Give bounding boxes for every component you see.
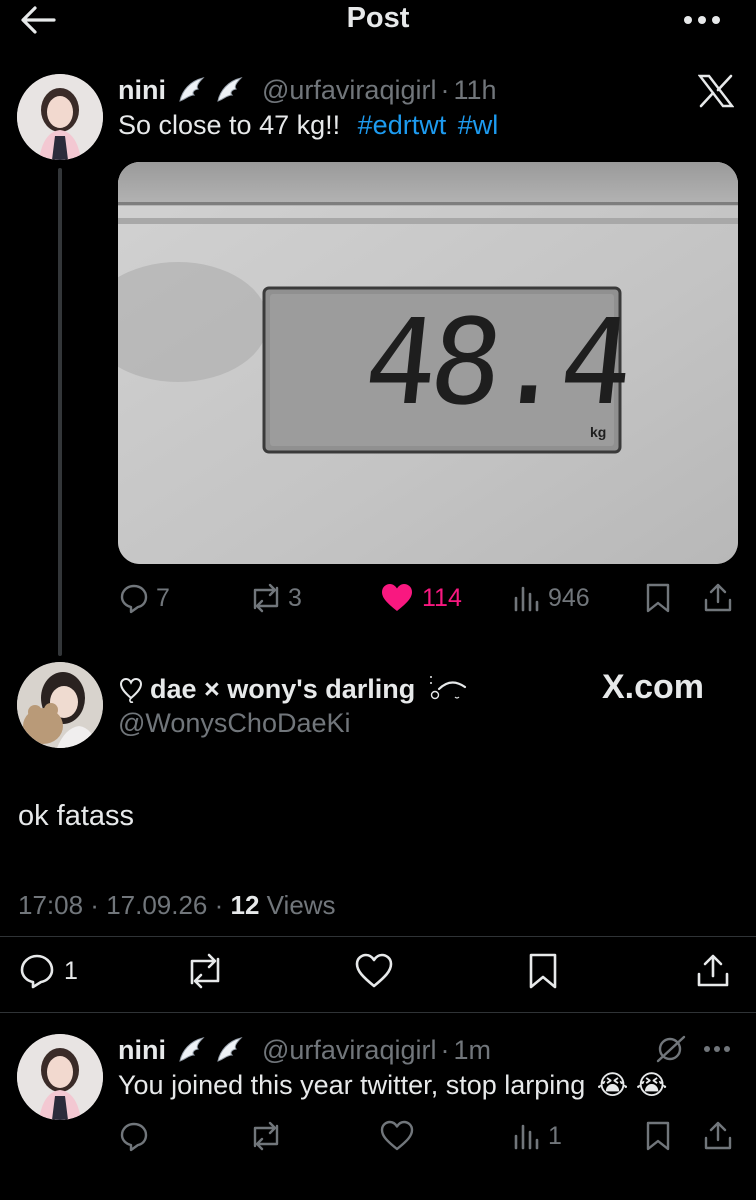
like-count: 114 [422, 583, 462, 612]
bookmark-icon[interactable] [526, 952, 560, 990]
hashtag-link[interactable]: #wl [458, 110, 499, 140]
reply-count: 1 [64, 956, 78, 985]
reply-actions-bar: 1 [18, 952, 738, 992]
page-title: Post [346, 2, 410, 34]
avatar[interactable] [17, 1034, 103, 1120]
author-name[interactable]: nini [118, 1035, 166, 1066]
views-chart-icon [512, 582, 542, 614]
reply-icon [18, 952, 56, 990]
views-count: 12 [230, 890, 260, 920]
heart-outline-icon [118, 674, 144, 704]
reply-button[interactable]: 7 [118, 582, 170, 614]
author-name[interactable]: dae × wony's darling [150, 674, 415, 705]
reply-count: 7 [156, 583, 170, 612]
share-icon[interactable] [694, 952, 732, 990]
share-icon[interactable] [702, 582, 734, 614]
post-text-plain: So close to 47 kg!! [118, 110, 341, 140]
author-handle[interactable]: @urfaviraqigirl [262, 1035, 436, 1066]
hashtag-link[interactable]: #edrtwt [358, 110, 447, 140]
reply-icon [118, 582, 150, 614]
reply-header: dae × wony's darling [118, 670, 471, 708]
bookmark-icon[interactable] [644, 1120, 672, 1152]
repost-button[interactable]: 3 [248, 582, 302, 614]
post-time: 1m [453, 1034, 491, 1065]
repost-icon [248, 582, 284, 614]
post-image[interactable]: 48.4 kg [118, 162, 738, 564]
views-chart-icon [512, 1120, 542, 1152]
post-date: 17.09.26 [106, 890, 208, 920]
post-time: 17:08 [18, 890, 84, 920]
more-options-icon[interactable] [676, 4, 728, 34]
separator-dot: · [440, 1034, 450, 1065]
post-header: nini @urfaviraqigirl · 1m [118, 1032, 491, 1068]
nested-reply-text-line: You joined this year twitter, stop larpi… [118, 1070, 667, 1101]
post-actions-bar: 7 3 114 946 [118, 582, 738, 618]
author-name[interactable]: nini [118, 75, 166, 106]
views-button[interactable]: 1 [512, 1120, 562, 1152]
repost-icon[interactable] [184, 952, 226, 990]
avatar[interactable] [17, 74, 103, 160]
views-label: Views [266, 890, 336, 920]
post-header: nini @urfaviraqigirl · 11h [118, 72, 497, 108]
scale-unit: kg [590, 424, 607, 440]
reply-icon[interactable] [118, 1120, 150, 1152]
angel-wing-icon [214, 75, 244, 105]
more-options-icon[interactable] [700, 1034, 734, 1064]
avatar[interactable] [17, 662, 103, 748]
bookmark-icon[interactable] [644, 582, 672, 614]
author-handle[interactable]: @WonysChoDaeKi [118, 708, 351, 739]
share-icon[interactable] [702, 1120, 734, 1152]
author-handle[interactable]: @urfaviraqigirl [262, 75, 436, 106]
x-logo-icon [698, 74, 734, 108]
divider [0, 1012, 756, 1013]
angel-wing-icon [176, 1035, 206, 1065]
repost-icon[interactable] [248, 1120, 284, 1152]
like-button[interactable]: 114 [380, 582, 462, 614]
post-actions-bar: 1 [118, 1120, 738, 1156]
heart-outline-icon[interactable] [354, 952, 394, 990]
crying-emoji: 😭 😭 [596, 1070, 668, 1100]
thread-connector-line [58, 168, 62, 656]
angel-wing-icon [214, 1035, 244, 1065]
post-time: 11h [453, 74, 497, 105]
views-count: 1 [548, 1121, 562, 1150]
repost-count: 3 [288, 583, 302, 612]
reply-button[interactable]: 1 [18, 952, 78, 990]
reply-text: ok fatass [18, 800, 135, 832]
views-button[interactable]: 946 [512, 582, 590, 614]
separator-dot: · [440, 74, 450, 105]
views-count: 946 [548, 583, 590, 612]
divider [0, 936, 756, 937]
angel-wing-icon [176, 75, 206, 105]
decoration-icon [425, 671, 471, 707]
post-meta: 17:08 · 17.09.26 · 12 Views [18, 890, 336, 920]
nested-reply-text: You joined this year twitter, stop larpi… [118, 1070, 586, 1100]
grok-icon[interactable] [654, 1034, 688, 1064]
post-text: So close to 47 kg!! #edrtwt #wl [118, 110, 498, 141]
heart-filled-icon [380, 582, 414, 614]
scale-display-value: 48.4 [358, 293, 634, 431]
source-link[interactable]: X.com [602, 668, 704, 707]
heart-outline-icon[interactable] [380, 1120, 414, 1152]
